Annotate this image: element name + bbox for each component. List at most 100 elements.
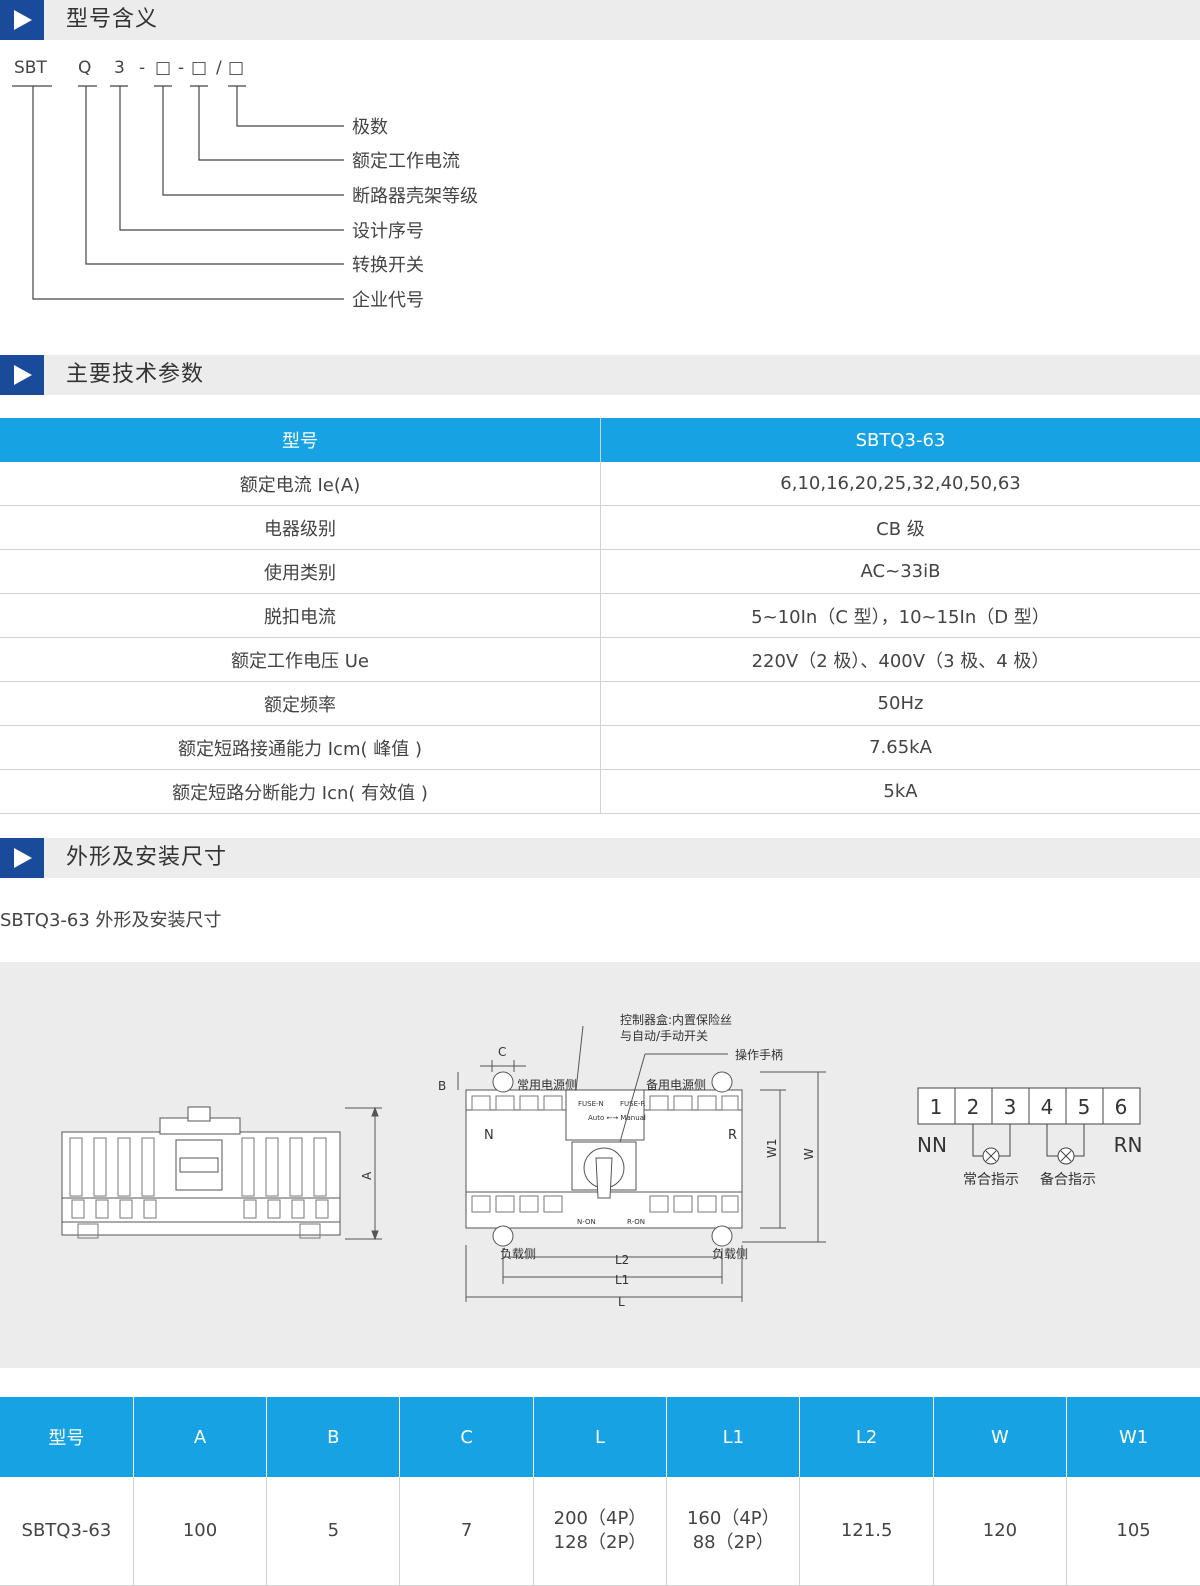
table-row: 额定短路分断能力 Icn( 有效值 )5kA xyxy=(0,770,1200,814)
label-handle: 操作手柄 xyxy=(735,1047,783,1062)
side-view xyxy=(62,1107,382,1239)
header-model: 型号 xyxy=(0,1397,133,1477)
technical-drawing: A xyxy=(0,962,1200,1368)
param-value: 220V（2 极）、400V（3 极、4 极） xyxy=(601,638,1200,682)
section-header-dimensions: 外形及安装尺寸 xyxy=(0,838,1200,878)
label-control-box-2: 与自动/手动开关 xyxy=(620,1029,708,1043)
table-header-row: 型号 A B C L L1 L2 W W1 xyxy=(0,1397,1200,1477)
cell-l1-4p: 160（4P） xyxy=(668,1507,798,1531)
label-load-right: 负载侧 xyxy=(712,1247,748,1261)
label-r: R xyxy=(728,1128,737,1143)
header-model: 型号 xyxy=(0,418,601,462)
label-n: N xyxy=(484,1128,494,1143)
terminal-4: 4 xyxy=(1041,1095,1054,1119)
dimension-caption: SBTQ3-63 外形及安装尺寸 xyxy=(0,906,222,932)
table-row: 额定短路接通能力 Icm( 峰值 )7.65kA xyxy=(0,726,1200,770)
cell-l1: 160（4P） 88（2P） xyxy=(667,1477,800,1586)
label-frame-grade: 断路器壳架等级 xyxy=(352,182,478,208)
cell-model: SBTQ3-63 xyxy=(0,1477,133,1586)
param-name: 脱扣电流 xyxy=(0,594,601,638)
play-arrow-icon xyxy=(0,355,44,395)
label-l: L xyxy=(618,1295,625,1309)
label-c: C xyxy=(498,1045,506,1059)
param-name: 电器级别 xyxy=(0,506,601,550)
param-name: 额定短路分断能力 Icn( 有效值 ) xyxy=(0,770,601,814)
header-c: C xyxy=(400,1397,533,1477)
label-fuse-r: FUSE-R xyxy=(620,1100,646,1108)
label-company-code: 企业代号 xyxy=(352,286,424,312)
label-n-on: N-ON xyxy=(577,1218,596,1226)
label-auto-manual: Auto ←→ Manual xyxy=(588,1114,646,1122)
param-name: 额定频率 xyxy=(0,682,601,726)
header-w: W xyxy=(933,1397,1066,1477)
header-a: A xyxy=(133,1397,266,1477)
terminal-1: 1 xyxy=(930,1095,943,1119)
table-row: 额定工作电压 Ue220V（2 极）、400V（3 极、4 极） xyxy=(0,638,1200,682)
label-backup-side: 备用电源侧 xyxy=(646,1078,706,1092)
label-normal-side: 常用电源侧 xyxy=(517,1078,577,1092)
label-b: B xyxy=(438,1079,446,1093)
dimension-drawing-area: A xyxy=(0,962,1200,1368)
table-row: 使用类别AC~33iB xyxy=(0,550,1200,594)
model-code-leader-lines xyxy=(0,0,360,310)
param-value: 7.65kA xyxy=(601,726,1200,770)
terminal-rn: RN xyxy=(1114,1133,1143,1157)
terminal-2: 2 xyxy=(967,1095,980,1119)
terminal-block xyxy=(918,1088,1140,1164)
cell-w: 120 xyxy=(933,1477,1066,1586)
terminal-5: 5 xyxy=(1078,1095,1091,1119)
label-transfer-switch: 转换开关 xyxy=(352,251,424,277)
param-value: 50Hz xyxy=(601,682,1200,726)
dim-label-a: A xyxy=(360,1171,374,1180)
terminal-3: 3 xyxy=(1004,1095,1017,1119)
label-design-serial: 设计序号 xyxy=(352,217,424,243)
param-name: 额定短路接通能力 Icm( 峰值 ) xyxy=(0,726,601,770)
label-fuse-n: FUSE-N xyxy=(578,1100,604,1108)
header-l: L xyxy=(533,1397,666,1477)
table-row: 额定频率50Hz xyxy=(0,682,1200,726)
header-b: B xyxy=(267,1397,400,1477)
table-row: 额定电流 Ie(A)6,10,16,20,25,32,40,50,63 xyxy=(0,462,1200,506)
cell-l1-2p: 88（2P） xyxy=(668,1531,798,1555)
param-name: 额定电流 Ie(A) xyxy=(0,462,601,506)
terminal-nn: NN xyxy=(917,1133,947,1157)
cell-l2: 121.5 xyxy=(800,1477,933,1586)
param-name: 使用类别 xyxy=(0,550,601,594)
label-l2: L2 xyxy=(615,1253,629,1267)
param-value: 5kA xyxy=(601,770,1200,814)
section-header-tech-params: 主要技术参数 xyxy=(0,355,1200,395)
play-arrow-icon xyxy=(0,838,44,878)
normal-indicator: 常合指示 xyxy=(963,1172,1019,1188)
section-title: 主要技术参数 xyxy=(66,355,204,395)
param-value: 6,10,16,20,25,32,40,50,63 xyxy=(601,462,1200,506)
param-value: AC~33iB xyxy=(601,550,1200,594)
label-control-box-1: 控制器盒:内置保险丝 xyxy=(620,1012,732,1027)
header-w1: W1 xyxy=(1067,1397,1200,1477)
cell-l: 200（4P） 128（2P） xyxy=(533,1477,666,1586)
header-l1: L1 xyxy=(667,1397,800,1477)
table-row: 脱扣电流5~10In（C 型），10~15In（D 型） xyxy=(0,594,1200,638)
label-rated-current: 额定工作电流 xyxy=(352,147,460,173)
param-value: CB 级 xyxy=(601,506,1200,550)
dimensions-table: 型号 A B C L L1 L2 W W1 SBTQ3-63 100 5 7 2… xyxy=(0,1397,1200,1586)
tech-params-table: 型号 SBTQ3-63 额定电流 Ie(A)6,10,16,20,25,32,4… xyxy=(0,418,1200,814)
header-l2: L2 xyxy=(800,1397,933,1477)
cell-b: 5 xyxy=(267,1477,400,1586)
backup-indicator: 备合指示 xyxy=(1040,1171,1096,1188)
label-w1: W1 xyxy=(765,1139,779,1159)
cell-a: 100 xyxy=(133,1477,266,1586)
table-row: 电器级别CB 级 xyxy=(0,506,1200,550)
section-title: 外形及安装尺寸 xyxy=(66,838,227,878)
table-header-row: 型号 SBTQ3-63 xyxy=(0,418,1200,462)
param-value: 5~10In（C 型），10~15In（D 型） xyxy=(601,594,1200,638)
cell-l-4p: 200（4P） xyxy=(535,1507,665,1531)
cell-l-2p: 128（2P） xyxy=(535,1531,665,1555)
label-load-left: 负载侧 xyxy=(500,1247,536,1261)
label-poles: 极数 xyxy=(352,113,388,139)
cell-c: 7 xyxy=(400,1477,533,1586)
param-name: 额定工作电压 Ue xyxy=(0,638,601,682)
label-r-on: R-ON xyxy=(627,1218,645,1226)
terminal-6: 6 xyxy=(1115,1095,1128,1119)
table-row: SBTQ3-63 100 5 7 200（4P） 128（2P） 160（4P）… xyxy=(0,1477,1200,1586)
cell-w1: 105 xyxy=(1067,1477,1200,1586)
